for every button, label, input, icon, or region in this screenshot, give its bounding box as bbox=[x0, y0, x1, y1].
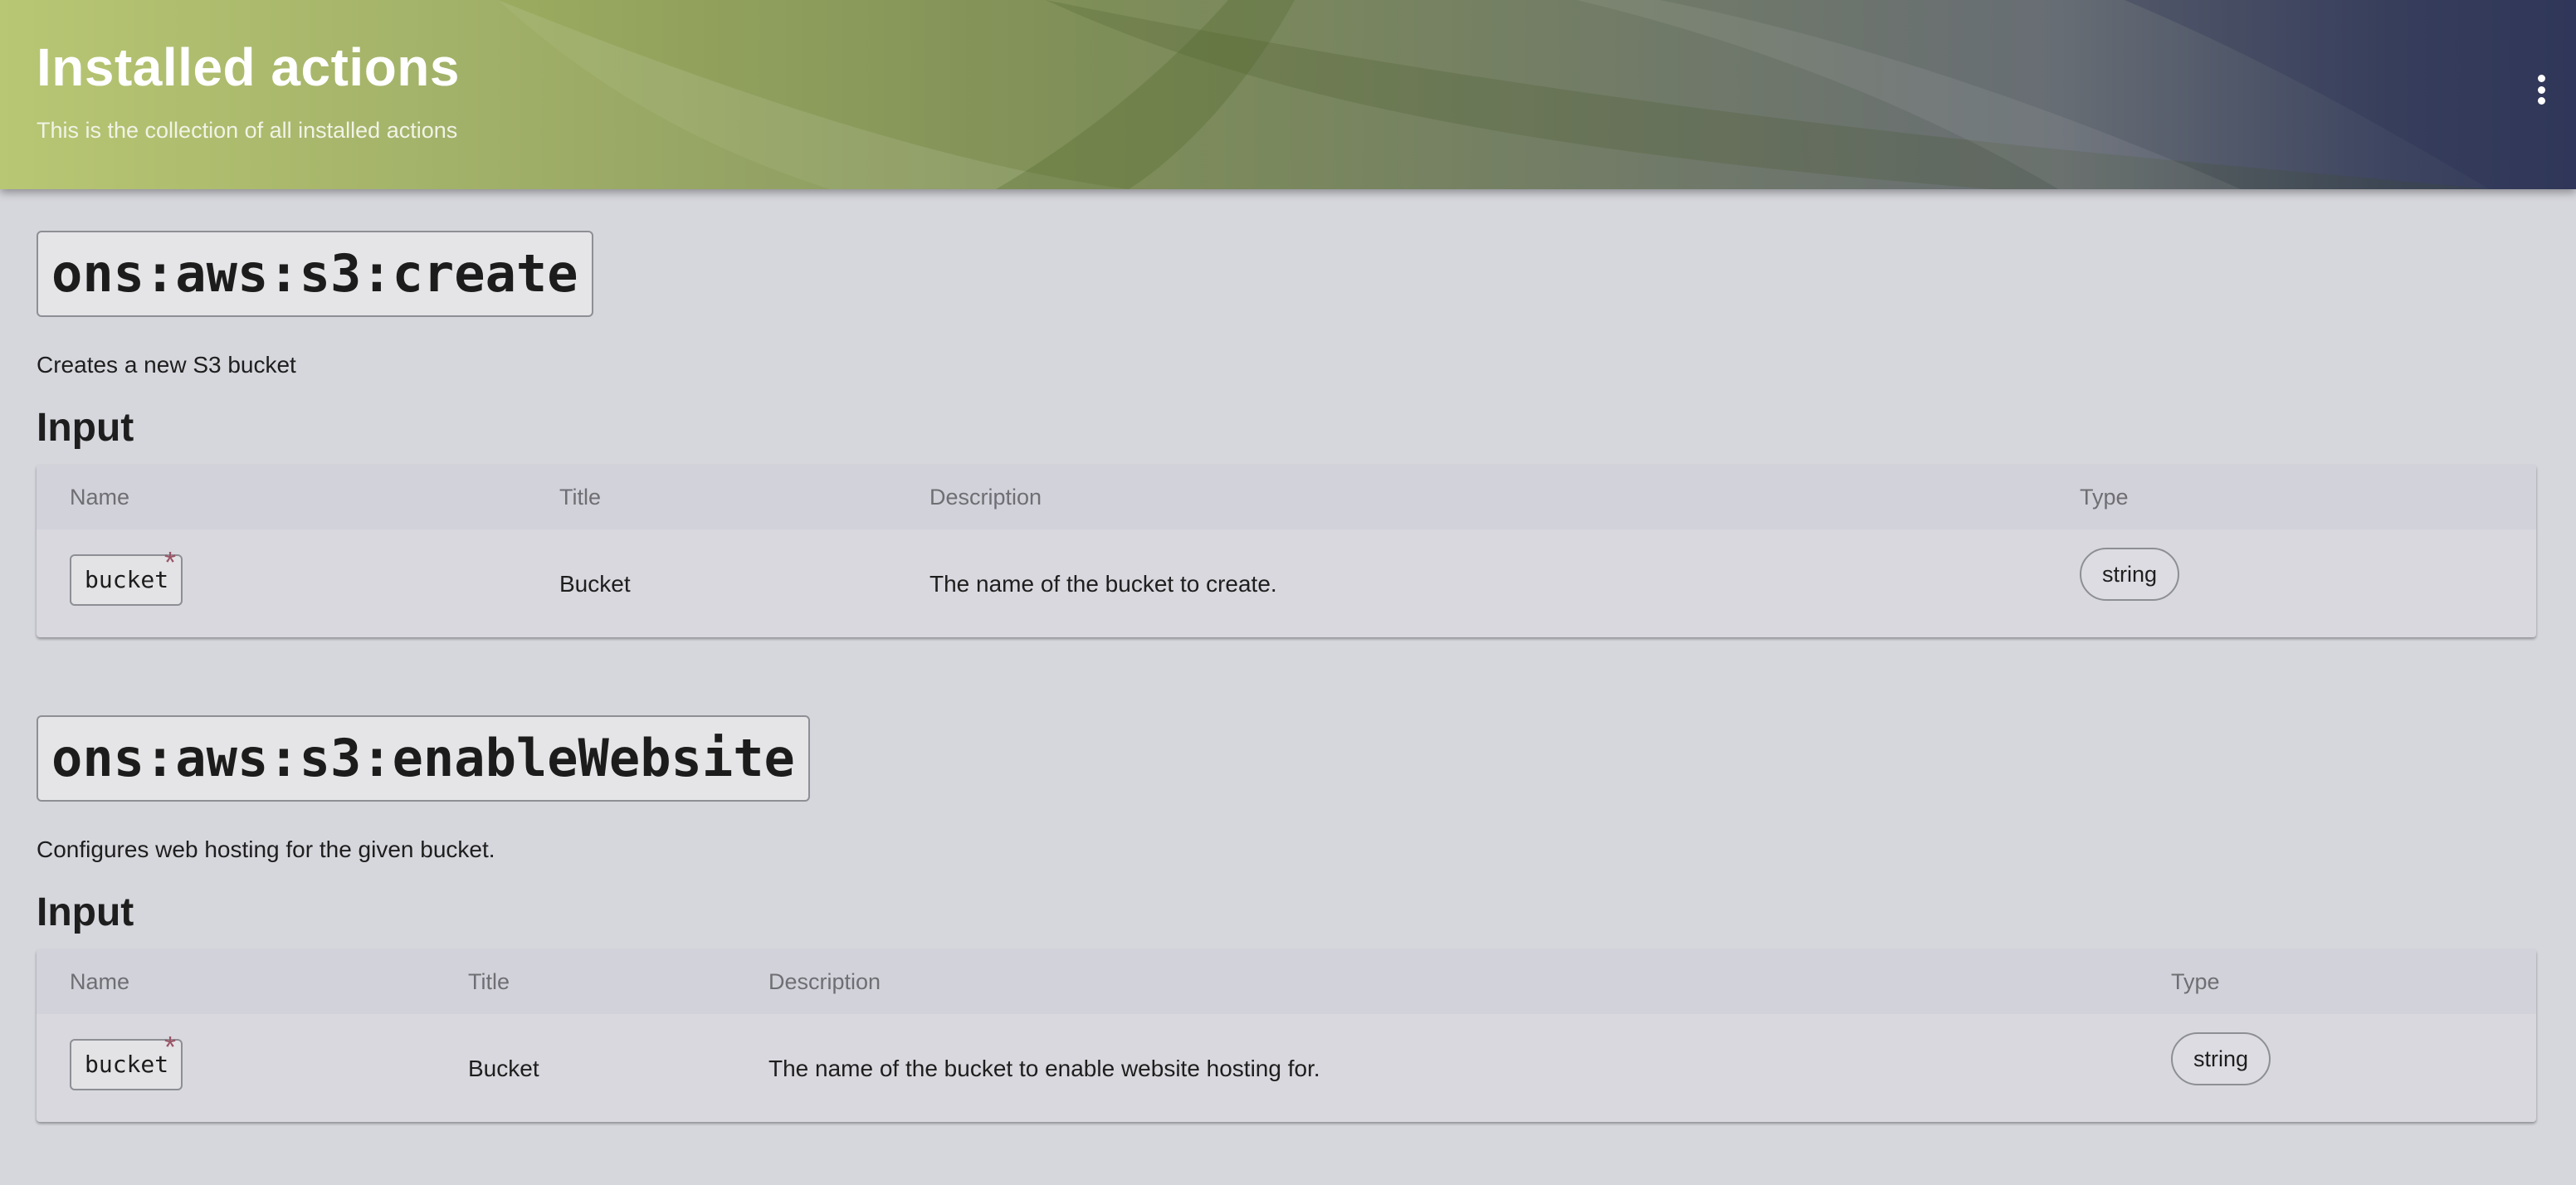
page-header: Installed actions This is the collection… bbox=[0, 0, 2576, 189]
input-heading: Input bbox=[37, 406, 134, 450]
required-icon: * bbox=[163, 545, 176, 579]
column-header-title: Title bbox=[559, 485, 602, 510]
input-table: Name Title Description Type bucket * Buc… bbox=[37, 465, 2536, 637]
action-description: Configures web hosting for the given buc… bbox=[37, 836, 495, 862]
column-header-description: Description bbox=[768, 969, 881, 994]
column-header-title: Title bbox=[468, 969, 510, 994]
param-description: The name of the bucket to create. bbox=[929, 571, 1277, 597]
more-vertical-icon-dot bbox=[2537, 85, 2545, 94]
action-description: Creates a new S3 bucket bbox=[37, 352, 296, 378]
page-subtitle: This is the collection of all installed … bbox=[37, 118, 458, 143]
more-vertical-icon bbox=[2537, 75, 2545, 82]
table-header: Name Title Description Type bbox=[37, 465, 2536, 529]
action-name: ons:aws:s3:create bbox=[37, 231, 593, 317]
input-heading: Input bbox=[37, 890, 134, 934]
required-icon: * bbox=[163, 1030, 176, 1064]
table-header: Name Title Description Type bbox=[37, 949, 2536, 1014]
param-description: The name of the bucket to enable website… bbox=[768, 1056, 1320, 1081]
param-name: bucket bbox=[85, 566, 169, 593]
column-header-name: Name bbox=[70, 485, 130, 510]
column-header-name: Name bbox=[70, 969, 130, 994]
page-title: Installed actions bbox=[37, 37, 460, 97]
more-options-button[interactable] bbox=[2530, 68, 2553, 111]
param-type-chip: string bbox=[2171, 1032, 2271, 1085]
param-title: Bucket bbox=[559, 571, 631, 597]
column-header-type: Type bbox=[2171, 969, 2220, 994]
param-name-chip: bucket * bbox=[70, 1032, 183, 1090]
param-name-chip: bucket * bbox=[70, 548, 183, 606]
param-title: Bucket bbox=[468, 1056, 539, 1081]
more-vertical-icon-dot bbox=[2537, 97, 2545, 105]
param-name: bucket bbox=[85, 1051, 169, 1078]
action-name: ons:aws:s3:enableWebsite bbox=[37, 715, 810, 802]
column-header-type: Type bbox=[2080, 485, 2129, 510]
column-header-description: Description bbox=[929, 485, 1042, 510]
param-type-chip: string bbox=[2080, 548, 2179, 601]
input-table: Name Title Description Type bucket * Buc… bbox=[37, 949, 2536, 1122]
